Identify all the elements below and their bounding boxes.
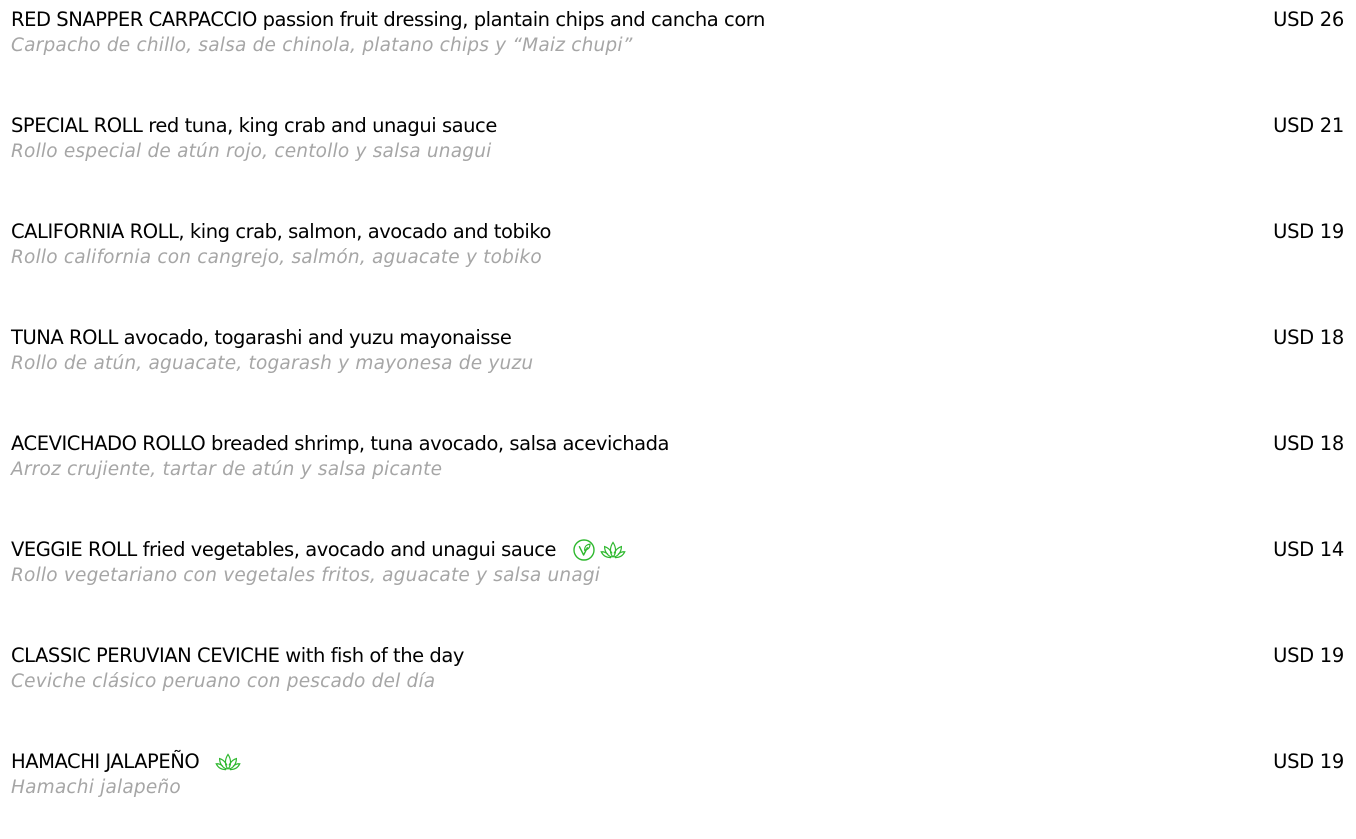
menu-list: RED SNAPPER CARPACCIO passion fruit dres…	[11, 7, 1344, 839]
menu-item-title-line: ACEVICHADO ROLLO breaded shrimp, tuna av…	[11, 431, 1344, 457]
menu-item: TUNA ROLL avocado, togarashi and yuzu ma…	[11, 325, 1344, 431]
lotus-icon	[600, 539, 626, 561]
vegetarian-icon	[572, 538, 596, 562]
menu-item: ACEVICHADO ROLLO breaded shrimp, tuna av…	[11, 431, 1344, 537]
menu-item-price: USD 18	[1273, 326, 1344, 349]
menu-item-name: CLASSIC PERUVIAN CEVICHE with fish of th…	[11, 644, 464, 667]
menu-item-description: Hamachi jalapeño	[11, 777, 181, 798]
menu-item-description: Ceviche clásico peruano con pescado del …	[11, 671, 436, 692]
menu-item-description: Arroz crujiente, tartar de atún y salsa …	[11, 459, 443, 480]
menu-item-name: RED SNAPPER CARPACCIO passion fruit dres…	[11, 8, 765, 31]
menu-item-price: USD 19	[1273, 750, 1344, 773]
menu-item-name: ACEVICHADO ROLLO breaded shrimp, tuna av…	[11, 432, 670, 455]
diet-icons	[215, 751, 241, 773]
menu-item-title-line: VEGGIE ROLL fried vegetables, avocado an…	[11, 537, 1344, 563]
menu-item: HAMACHI JALAPEÑO USD 19 Hamachi jalapeño	[11, 749, 1344, 839]
menu-item-description: Rollo california con cangrejo, salmón, a…	[11, 247, 542, 268]
diet-icons	[572, 538, 626, 562]
menu-item-title-line: CLASSIC PERUVIAN CEVICHE with fish of th…	[11, 643, 1344, 669]
menu-item-description: Rollo especial de atún rojo, centollo y …	[11, 141, 492, 162]
menu-item-price: USD 19	[1273, 644, 1344, 667]
menu-item-description: Rollo vegetariano con vegetales fritos, …	[11, 565, 601, 586]
menu-item-name: CALIFORNIA ROLL, king crab, salmon, avoc…	[11, 220, 551, 243]
menu-item-title-line: TUNA ROLL avocado, togarashi and yuzu ma…	[11, 325, 1344, 351]
menu-item-title-line: RED SNAPPER CARPACCIO passion fruit dres…	[11, 7, 1344, 33]
menu-item-name: VEGGIE ROLL fried vegetables, avocado an…	[11, 538, 557, 561]
menu-item-name: HAMACHI JALAPEÑO	[11, 750, 200, 773]
menu-item-name: SPECIAL ROLL red tuna, king crab and una…	[11, 114, 497, 137]
menu-item-price: USD 19	[1273, 220, 1344, 243]
menu-item-description: Rollo de atún, aguacate, togarash y mayo…	[11, 353, 534, 374]
menu-item: SPECIAL ROLL red tuna, king crab and una…	[11, 113, 1344, 219]
menu-item-title-line: CALIFORNIA ROLL, king crab, salmon, avoc…	[11, 219, 1344, 245]
menu-item-title-line: SPECIAL ROLL red tuna, king crab and una…	[11, 113, 1344, 139]
menu-item-description: Carpacho de chillo, salsa de chinola, pl…	[11, 35, 633, 56]
menu-item: VEGGIE ROLL fried vegetables, avocado an…	[11, 537, 1344, 643]
lotus-icon	[215, 751, 241, 773]
menu-item-price: USD 26	[1273, 8, 1344, 31]
menu-item: CLASSIC PERUVIAN CEVICHE with fish of th…	[11, 643, 1344, 749]
menu-item: CALIFORNIA ROLL, king crab, salmon, avoc…	[11, 219, 1344, 325]
menu-item-price: USD 18	[1273, 432, 1344, 455]
menu-item: RED SNAPPER CARPACCIO passion fruit dres…	[11, 7, 1344, 113]
menu-item-name: TUNA ROLL avocado, togarashi and yuzu ma…	[11, 326, 512, 349]
menu-item-price: USD 21	[1273, 114, 1344, 137]
menu-item-title-line: HAMACHI JALAPEÑO	[11, 749, 1344, 775]
menu-item-price: USD 14	[1273, 538, 1344, 561]
